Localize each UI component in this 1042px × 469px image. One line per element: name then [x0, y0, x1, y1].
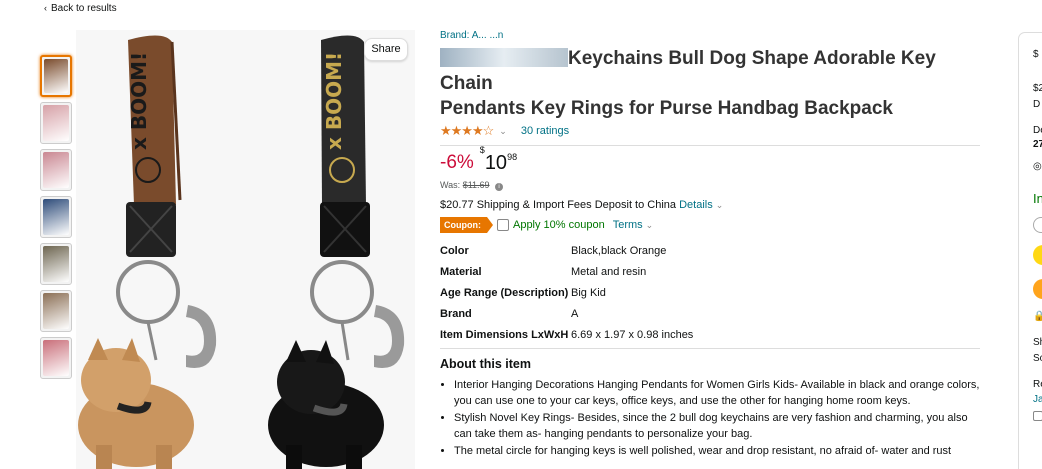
- in-stock-label: In: [1033, 191, 1042, 206]
- spec-row: Brand A: [440, 306, 980, 322]
- shipping-details-link[interactable]: Details: [679, 199, 713, 211]
- share-button[interactable]: Share: [364, 38, 408, 61]
- spec-value: Big Kid: [571, 287, 606, 299]
- spec-row: Color Black,black Orange: [440, 243, 980, 259]
- divider: [440, 348, 980, 349]
- buybox-delivery: De: [1033, 125, 1042, 136]
- thumbnail-4[interactable]: [40, 243, 72, 285]
- chevron-down-icon[interactable]: ⌄: [646, 220, 654, 231]
- keychain-product-illustration: x BOOM! x BOOM!: [78, 35, 405, 469]
- spec-key: Color: [440, 245, 469, 257]
- chevron-down-icon[interactable]: ⌄: [499, 126, 507, 137]
- thumbnail-6[interactable]: [40, 337, 72, 379]
- spec-row: Age Range (Description) Big Kid: [440, 285, 980, 301]
- shipping-text: $20.77 Shipping & Import Fees Deposit to…: [440, 199, 677, 211]
- quantity-select[interactable]: [1033, 217, 1042, 233]
- shipping-row: $20.77 Shipping & Import Fees Deposit to…: [440, 199, 980, 211]
- location-icon[interactable]: ◎: [1033, 161, 1042, 172]
- spec-row: Item Dimensions LxWxH 6.69 x 1.97 x 0.98 …: [440, 327, 980, 343]
- rating-row: ★★★★☆ ⌄ 30 ratings: [440, 122, 980, 140]
- brand-label: Brand: A... ...n: [440, 30, 504, 41]
- thumbnail-strip: [40, 55, 74, 384]
- buybox-line: $2: [1033, 83, 1042, 94]
- price-row: -6% $1098: [440, 145, 980, 178]
- price-symbol: $: [479, 145, 485, 156]
- gift-checkbox[interactable]: [1033, 411, 1042, 421]
- coupon-checkbox[interactable]: [496, 219, 509, 231]
- coupon-badge: Coupon:: [440, 217, 493, 233]
- spec-value: Metal and resin: [571, 266, 647, 278]
- product-title: Keychains Bull Dog Shape Adorable Key Ch…: [440, 46, 980, 121]
- price: $1098: [480, 145, 518, 175]
- title-part2: Pendants Key Rings for Purse Handbag Bac…: [440, 98, 893, 119]
- thumbnail-swatch: [43, 293, 69, 329]
- spec-value: A: [571, 308, 579, 320]
- svg-text:x BOOM!: x BOOM!: [127, 52, 151, 150]
- redacted-title-block: [440, 48, 568, 67]
- about-bullet: Interior Hanging Decorations Hanging Pen…: [454, 377, 980, 409]
- buybox-line: D: [1033, 99, 1041, 110]
- thumbnail-swatch: [43, 105, 69, 141]
- info-icon[interactable]: i: [495, 183, 504, 191]
- was-price-row: Was: $11.69 i: [440, 180, 980, 191]
- thumbnail-swatch: [43, 246, 69, 282]
- lock-icon: 🔒: [1033, 311, 1042, 322]
- thumbnail-3[interactable]: [40, 196, 72, 238]
- chevron-down-icon[interactable]: ⌄: [716, 200, 724, 210]
- spec-row: Material Metal and resin: [440, 264, 980, 280]
- about-bullets: Interior Hanging Decorations Hanging Pen…: [440, 377, 980, 459]
- about-bullet: The metal circle for hanging keys is wel…: [454, 443, 980, 459]
- spec-key: Material: [440, 266, 482, 278]
- buy-box: $ $2 D De 27 ◎ In 🔒 Sh So Re Ja: [1018, 32, 1042, 469]
- product-detail-column: Brand: A... ...n Keychains Bull Dog Shap…: [440, 30, 980, 460]
- svg-text:x BOOM!: x BOOM!: [322, 52, 346, 150]
- buybox-price: $: [1033, 49, 1039, 60]
- discount-percent: -6%: [440, 152, 474, 173]
- chevron-left-icon: ‹: [44, 3, 47, 13]
- thumbnail-swatch: [43, 340, 69, 376]
- thumbnail-1[interactable]: [40, 102, 72, 144]
- coupon-terms-link[interactable]: Terms: [613, 219, 643, 231]
- ships-from-label: Sh: [1033, 337, 1042, 348]
- spec-table: Color Black,black Orange Material Metal an…: [440, 243, 980, 343]
- was-price: $11.69: [462, 180, 490, 190]
- about-heading: About this item: [440, 357, 531, 371]
- back-to-results-link[interactable]: ‹ Back to results: [44, 3, 117, 14]
- back-link-label: Back to results: [51, 3, 117, 14]
- brand-link[interactable]: Brand: A... ...n: [440, 30, 980, 44]
- coupon-row: Coupon: Apply 10% coupon Terms ⌄: [440, 217, 980, 233]
- sold-by-label: So: [1033, 353, 1042, 364]
- divider: [440, 145, 980, 146]
- thumbnail-5[interactable]: [40, 290, 72, 332]
- price-whole: 10: [484, 152, 508, 174]
- add-to-cart-button[interactable]: [1033, 245, 1042, 265]
- thumbnail-2[interactable]: [40, 149, 72, 191]
- spec-key: Age Range (Description): [440, 287, 569, 299]
- thumbnail-swatch: [43, 152, 69, 188]
- thumbnail-swatch: [44, 59, 68, 93]
- about-bullet: Stylish Novel Key Rings- Besides, since …: [454, 410, 980, 442]
- spec-key: Item Dimensions LxWxH: [440, 329, 569, 341]
- returns-label: Re: [1033, 379, 1042, 390]
- returns-link[interactable]: Ja: [1033, 394, 1042, 405]
- star-rating-icon[interactable]: ★★★★☆: [440, 123, 494, 139]
- buybox-delivery-date: 27: [1033, 139, 1042, 150]
- spec-key: Brand: [440, 308, 472, 320]
- price-cents: 98: [507, 152, 518, 162]
- was-label: Was:: [440, 180, 461, 190]
- buy-now-button[interactable]: [1033, 279, 1042, 299]
- main-product-image[interactable]: x BOOM! x BOOM!: [76, 30, 415, 469]
- thumbnail-0[interactable]: [40, 55, 72, 97]
- spec-value: Black,black Orange: [571, 245, 667, 257]
- ratings-count-link[interactable]: 30 ratings: [521, 125, 569, 137]
- spec-value: 6.69 x 1.97 x 0.98 inches: [571, 329, 694, 341]
- coupon-text[interactable]: Apply 10% coupon: [513, 219, 605, 231]
- thumbnail-swatch: [43, 199, 69, 235]
